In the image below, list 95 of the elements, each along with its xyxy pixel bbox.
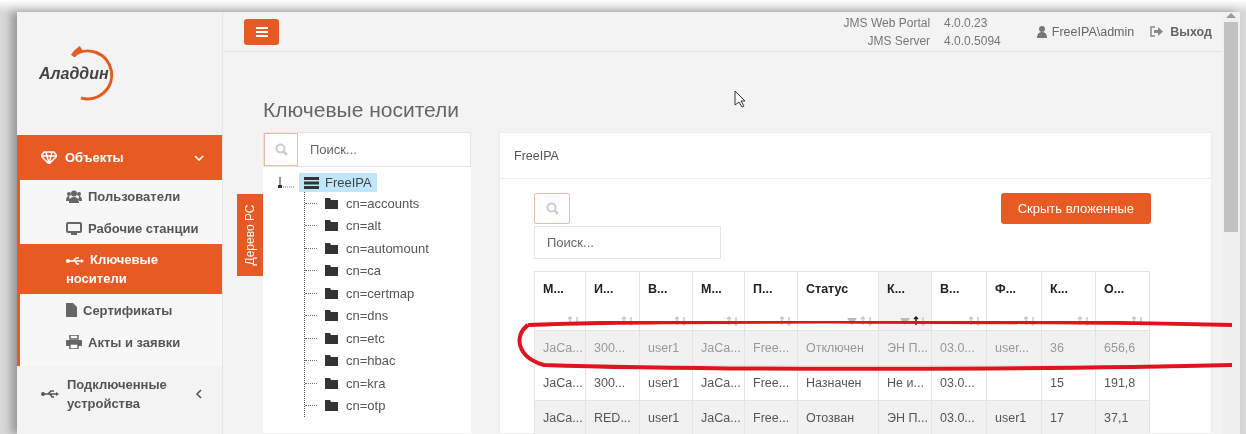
column-header[interactable]: О... bbox=[1095, 271, 1150, 331]
folder-icon bbox=[325, 377, 338, 389]
card-title: FreeIPA bbox=[514, 148, 559, 163]
chevron-icon bbox=[194, 389, 204, 399]
chevron-icon bbox=[194, 152, 204, 163]
table-cell: ЭН П... bbox=[878, 400, 932, 434]
column-header[interactable]: К... bbox=[878, 271, 932, 331]
table-cell: user1 bbox=[639, 330, 693, 366]
menu-icon bbox=[255, 26, 268, 37]
menu-item[interactable]: Сертификаты bbox=[20, 294, 222, 326]
folder-icon bbox=[325, 220, 338, 232]
tree-node[interactable]: cn=accounts bbox=[346, 195, 420, 211]
version-value: 4.0.0.5094 bbox=[944, 32, 1001, 50]
table-cell: 300... bbox=[585, 330, 640, 366]
folder-icon bbox=[325, 400, 338, 412]
table-cell: 03.0... bbox=[931, 330, 987, 366]
folder-icon bbox=[325, 265, 338, 277]
column-header[interactable]: П... bbox=[744, 271, 798, 331]
sign-out-icon bbox=[1150, 26, 1164, 37]
sort-icon[interactable] bbox=[913, 316, 927, 326]
search-icon bbox=[545, 202, 559, 215]
table-cell: 656,6 bbox=[1095, 330, 1150, 366]
menu-group[interactable]: Объекты bbox=[17, 135, 222, 180]
menu-group[interactable]: Подключенные устройства bbox=[17, 366, 222, 422]
usb-icon bbox=[66, 255, 84, 266]
scroll-up-icon[interactable] bbox=[1226, 12, 1236, 18]
version-label: JMS Server bbox=[866, 32, 931, 50]
menu-item[interactable]: Пользователи bbox=[20, 180, 222, 212]
column-header[interactable]: В... bbox=[931, 271, 987, 331]
menu-button[interactable] bbox=[244, 18, 279, 45]
table-cell: user1 bbox=[639, 400, 693, 434]
version-value: 4.0.0.23 bbox=[944, 14, 989, 32]
logo: Аладдин bbox=[39, 43, 119, 104]
table-cell: Free... bbox=[744, 400, 798, 434]
search-field[interactable]: Поиск... bbox=[263, 132, 471, 167]
hide-nested-button[interactable]: Скрыть вложенные bbox=[1000, 193, 1151, 224]
search-field[interactable]: Поиск... bbox=[534, 226, 721, 259]
tree-node[interactable]: cn=etc bbox=[346, 330, 385, 346]
tree-node[interactable]: cn=dns bbox=[346, 308, 389, 324]
menu-item[interactable]: Рабочие станции bbox=[20, 212, 222, 244]
user-icon bbox=[1036, 25, 1047, 38]
tree-node[interactable]: cn=alt bbox=[346, 218, 382, 234]
table-cell: 17 bbox=[1041, 400, 1096, 434]
users-icon bbox=[66, 189, 82, 203]
column-header[interactable]: М... bbox=[534, 271, 586, 331]
search-icon bbox=[274, 143, 288, 156]
column-header[interactable]: В... bbox=[639, 271, 693, 331]
column-header[interactable]: И... bbox=[585, 271, 640, 331]
table-cell: 36 bbox=[1041, 330, 1096, 366]
column-header[interactable]: М... bbox=[692, 271, 745, 331]
document-icon bbox=[66, 303, 77, 317]
column-header[interactable]: К... bbox=[1041, 271, 1096, 331]
page-title: Ключевые носители bbox=[263, 98, 459, 122]
tree-node[interactable]: cn=ca bbox=[346, 263, 382, 279]
tree-node[interactable]: FreeIPA bbox=[299, 173, 377, 192]
tree-node[interactable]: cn=certmap bbox=[346, 285, 415, 301]
table-cell: Отозван bbox=[797, 400, 879, 434]
table-cell: 37,1 bbox=[1095, 400, 1150, 434]
scrollbar-thumb[interactable] bbox=[1224, 22, 1238, 232]
table-cell: JaCa... bbox=[534, 400, 586, 434]
table-cell: Free... bbox=[744, 330, 798, 366]
table-cell: RED... bbox=[585, 400, 640, 434]
cursor-icon bbox=[734, 90, 746, 108]
table-cell: user... bbox=[986, 330, 1042, 366]
column-header[interactable]: Статус bbox=[797, 271, 879, 331]
logout-link[interactable]: Выход bbox=[1150, 24, 1212, 39]
folder-icon bbox=[325, 197, 338, 209]
folder-icon bbox=[325, 242, 338, 254]
table-cell: ЭН П... bbox=[878, 330, 932, 366]
usb-icon bbox=[41, 389, 59, 399]
folder-icon bbox=[325, 355, 338, 367]
table-cell: JaCa... bbox=[692, 400, 745, 434]
diamond-icon bbox=[41, 151, 57, 164]
column-header[interactable]: Ф... bbox=[986, 271, 1042, 331]
printer-icon bbox=[66, 335, 82, 349]
menu-item[interactable]: Ключевые носители bbox=[20, 244, 222, 294]
table-cell: JaCa... bbox=[692, 330, 745, 366]
tree-node[interactable]: cn=automount bbox=[346, 240, 429, 256]
menu-item[interactable]: Акты и заявки bbox=[20, 326, 222, 358]
server-icon bbox=[304, 176, 319, 189]
tree-tab[interactable]: Дерево РС bbox=[237, 194, 263, 276]
table-cell: 03.0... bbox=[931, 400, 987, 434]
tree-node[interactable]: cn=hbac bbox=[346, 353, 396, 369]
tree-node[interactable]: cn=otp bbox=[346, 398, 386, 414]
folder-icon bbox=[325, 332, 338, 344]
tree-toggle-icon[interactable] bbox=[277, 176, 297, 189]
user-name: FreeIPA\admin bbox=[1051, 24, 1135, 39]
folder-icon bbox=[325, 310, 338, 322]
table-cell: Отключен bbox=[797, 330, 879, 366]
folder-icon bbox=[325, 287, 338, 299]
table-cell: user1 bbox=[986, 400, 1042, 434]
tree-node[interactable]: cn=kra bbox=[346, 375, 386, 391]
search-field[interactable]: Поиск... bbox=[298, 133, 470, 166]
version-label: JMS Web Portal bbox=[843, 14, 931, 32]
monitor-icon bbox=[66, 221, 82, 235]
